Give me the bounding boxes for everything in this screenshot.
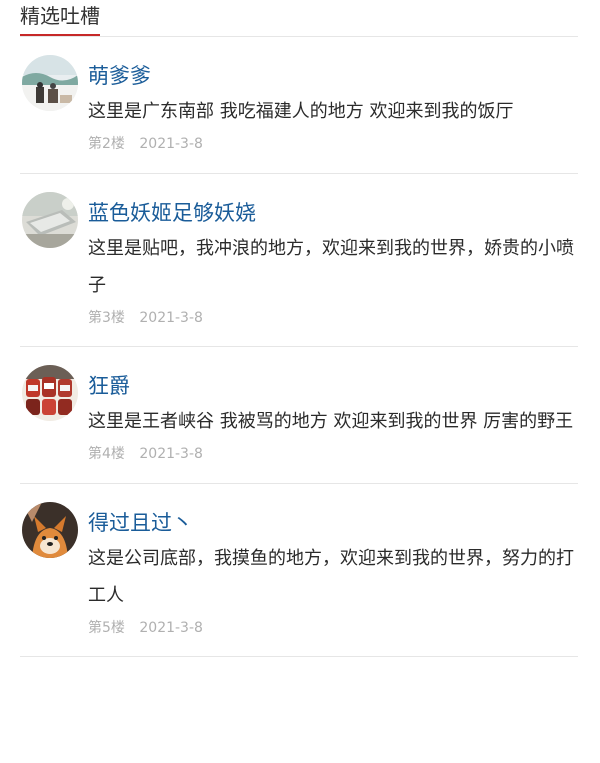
comment-meta: 第2楼 2021-3-8 [88, 134, 578, 154]
comment-item: 狂爵 这里是王者峡谷 我被骂的地方 欢迎来到我的世界 厉害的野王 第4楼 202… [20, 347, 578, 484]
avatar[interactable] [22, 192, 78, 248]
comment-item: 萌爹爹 这里是广东南部 我吃福建人的地方 欢迎来到我的饭厅 第2楼 2021-3… [20, 37, 578, 174]
laptop-avatar-icon [22, 192, 78, 248]
comment-date: 2021-3-8 [139, 310, 203, 326]
shiba-dog-avatar-icon [22, 502, 78, 558]
nickname[interactable]: 得过且过丶 [88, 508, 578, 538]
avatar[interactable] [22, 55, 78, 111]
nickname[interactable]: 狂爵 [88, 371, 578, 401]
jars-avatar-icon [22, 365, 78, 421]
comment-date: 2021-3-8 [139, 620, 203, 636]
comment-text: 这里是广东南部 我吃福建人的地方 欢迎来到我的饭厅 [88, 101, 514, 122]
landscape-avatar-icon [22, 55, 78, 111]
comment-meta: 第5楼 2021-3-8 [88, 618, 578, 638]
comment-text: 这里是贴吧，我冲浪的地方，欢迎来到我的世界，娇贵的小喷子 [88, 238, 574, 296]
floor-number: 第5楼 [88, 620, 125, 636]
comment-item: 得过且过丶 这是公司底部，我摸鱼的地方，欢迎来到我的世界，努力的打工人 第5楼 … [20, 484, 578, 657]
floor-number: 第3楼 [88, 310, 125, 326]
comment-text: 这里是王者峡谷 我被骂的地方 欢迎来到我的世界 厉害的野王 [88, 411, 574, 432]
floor-number: 第4楼 [88, 446, 125, 462]
comment-list: 萌爹爹 这里是广东南部 我吃福建人的地方 欢迎来到我的饭厅 第2楼 2021-3… [20, 37, 578, 657]
nickname[interactable]: 萌爹爹 [88, 61, 578, 91]
comment-item: 蓝色妖姬足够妖娆 这里是贴吧，我冲浪的地方，欢迎来到我的世界，娇贵的小喷子 第3… [20, 174, 578, 347]
comment-date: 2021-3-8 [139, 446, 203, 462]
avatar[interactable] [22, 365, 78, 421]
comment-date: 2021-3-8 [139, 136, 203, 152]
section-title: 精选吐槽 [20, 2, 100, 36]
comment-text: 这是公司底部，我摸鱼的地方，欢迎来到我的世界，努力的打工人 [88, 548, 574, 606]
nickname[interactable]: 蓝色妖姬足够妖娆 [88, 198, 578, 228]
comment-meta: 第4楼 2021-3-8 [88, 444, 578, 464]
comment-meta: 第3楼 2021-3-8 [88, 308, 578, 328]
floor-number: 第2楼 [88, 136, 125, 152]
section-header: 精选吐槽 [20, 0, 578, 37]
avatar[interactable] [22, 502, 78, 558]
